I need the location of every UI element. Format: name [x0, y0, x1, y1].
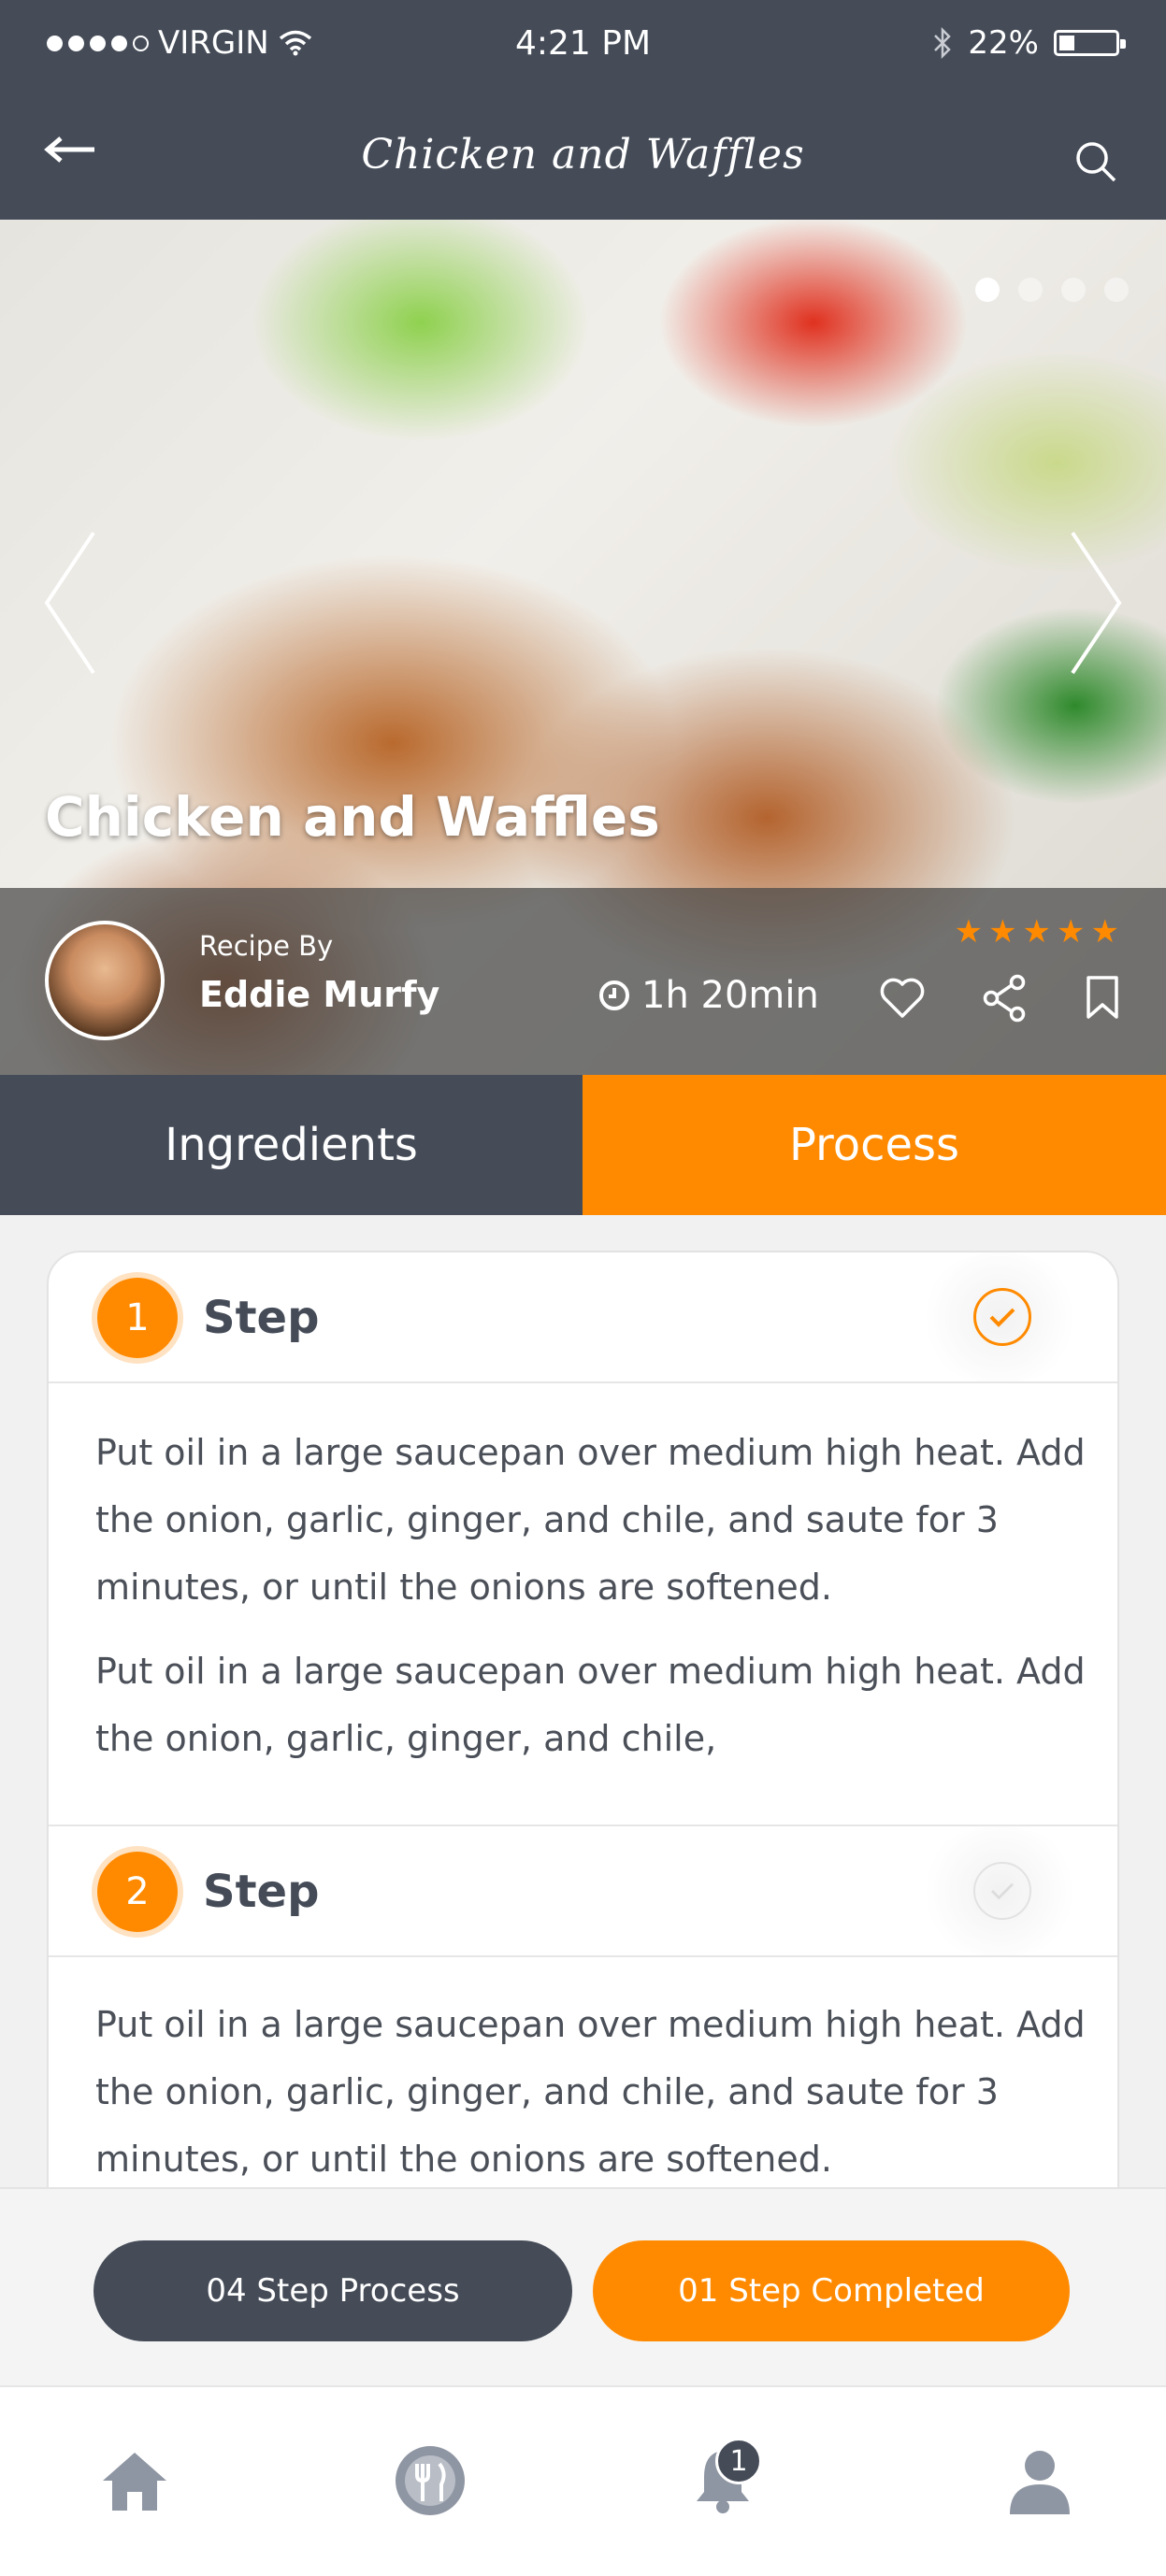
step-label: Step: [203, 1866, 320, 1918]
star-icon: ★: [988, 913, 1017, 951]
bookmark-icon[interactable]: [1085, 974, 1120, 1021]
battery-icon: [1054, 30, 1126, 56]
nav-bar: Chicken and Waffles: [0, 93, 1166, 220]
heart-icon[interactable]: [879, 977, 926, 1020]
star-icon: ★: [954, 913, 984, 951]
star-icon: ★: [1057, 913, 1086, 951]
tab-process[interactable]: Process: [583, 1075, 1166, 1215]
share-icon[interactable]: [982, 974, 1027, 1023]
step-description: Put oil in a large saucepan over medium …: [95, 1991, 1087, 2193]
author-avatar[interactable]: [45, 921, 165, 1040]
profile-icon[interactable]: [1000, 2441, 1079, 2520]
status-bar: VIRGIN 4:21 PM 22%: [0, 0, 1166, 93]
step-completed-button[interactable]: 01 Step Completed: [593, 2240, 1070, 2341]
step-check-pending[interactable]: [973, 1862, 1031, 1920]
carousel-dots[interactable]: [975, 278, 1129, 302]
checkmark-icon: [991, 1882, 1014, 1900]
notification-badge: 1: [715, 2438, 762, 2484]
recipe-by-label: Recipe By: [199, 930, 334, 962]
recipes-icon[interactable]: [391, 2441, 469, 2520]
cook-time-value: 1h 20min: [641, 974, 819, 1017]
recipe-hero-image: Chicken and Waffles Recipe By Eddie Murf…: [0, 220, 1166, 1075]
star-rating: ★ ★ ★ ★ ★: [955, 916, 1119, 948]
cook-time: 1h 20min: [598, 974, 819, 1017]
clock-icon: [599, 980, 629, 1010]
bluetooth-icon: [934, 26, 952, 60]
step-paragraph: Put oil in a large saucepan over medium …: [95, 1432, 1086, 1608]
checkmark-icon: [989, 1308, 1015, 1327]
step-action-bar: 04 Step Process 01 Step Completed: [0, 2187, 1166, 2385]
step-paragraph: Put oil in a large saucepan over medium …: [95, 2004, 1086, 2180]
chevron-right-icon[interactable]: [1068, 528, 1124, 678]
star-icon: ★: [1090, 913, 1119, 951]
step-description: Put oil in a large saucepan over medium …: [95, 1419, 1087, 1772]
step-process-button[interactable]: 04 Step Process: [94, 2240, 572, 2341]
author-name[interactable]: Eddie Murfy: [199, 974, 439, 1015]
star-icon: ★: [1022, 913, 1052, 951]
step-header[interactable]: 2 Step: [49, 1826, 1117, 1957]
step-label: Step: [203, 1292, 320, 1344]
step-number-badge: 2: [97, 1852, 178, 1932]
status-right: 22%: [932, 24, 1126, 62]
recipe-title: Chicken and Waffles: [45, 785, 660, 849]
step-paragraph: Put oil in a large saucepan over medium …: [95, 1651, 1086, 1759]
carousel-dot[interactable]: [1018, 278, 1043, 302]
step-check-done[interactable]: [973, 1288, 1031, 1346]
carousel-dot[interactable]: [975, 278, 1000, 302]
process-card: 1 Step Put oil in a large saucepan over …: [47, 1251, 1119, 2279]
step-header[interactable]: 1 Step: [49, 1252, 1117, 1383]
home-icon[interactable]: [95, 2441, 174, 2520]
search-icon[interactable]: [1072, 138, 1119, 185]
step-number-badge: 1: [97, 1278, 178, 1358]
tab-ingredients[interactable]: Ingredients: [0, 1075, 583, 1215]
battery-percent: 22%: [968, 24, 1039, 62]
chevron-left-icon[interactable]: [42, 528, 98, 678]
page-title: Chicken and Waffles: [361, 131, 805, 179]
carousel-dot[interactable]: [1061, 278, 1086, 302]
carousel-dot[interactable]: [1104, 278, 1129, 302]
bottom-tab-bar: [0, 2385, 1166, 2576]
recipe-info-bar: Recipe By Eddie Murfy 1h 20min ★ ★ ★ ★ ★: [0, 888, 1166, 1075]
